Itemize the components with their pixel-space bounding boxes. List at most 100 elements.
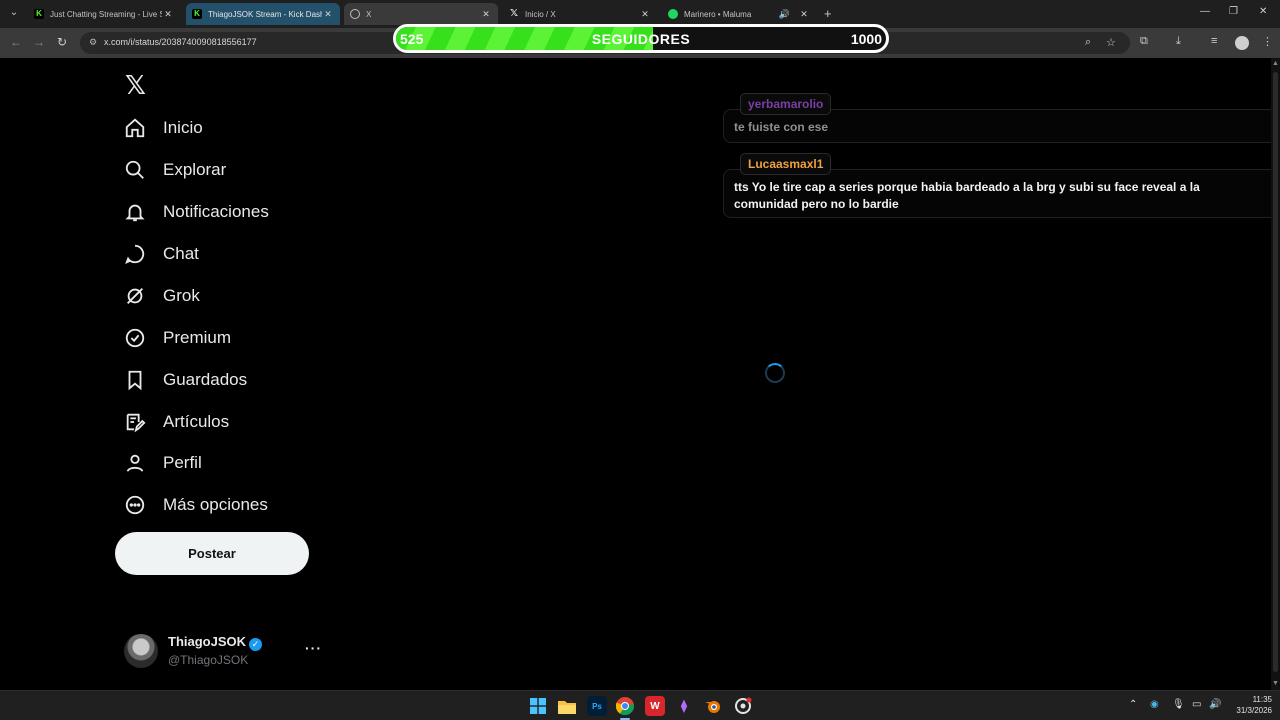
sidebar-item-grok[interactable]: Grok: [124, 281, 200, 311]
wps-office-icon[interactable]: W: [645, 696, 665, 716]
tab-just-chatting[interactable]: K Just Chatting Streaming - Live S ✕: [28, 3, 180, 25]
tab-kick-dashboard[interactable]: K ThiagoJSOK Stream - Kick Dash ✕: [186, 3, 340, 25]
chrome-icon[interactable]: [615, 696, 635, 716]
display-icon[interactable]: ▭: [1192, 699, 1201, 710]
chat-message-text: te fuiste con ese: [734, 120, 829, 134]
sidebar-item-label: Premium: [163, 328, 232, 347]
verified-badge-icon: [124, 327, 146, 349]
maximize-icon[interactable]: ❐: [1229, 6, 1238, 17]
site-info-icon[interactable]: ⚙: [89, 37, 97, 48]
bell-icon: [124, 201, 146, 223]
network-shield-icon[interactable]: ◉: [1150, 699, 1159, 710]
media-control-icon[interactable]: ≡: [1211, 35, 1217, 47]
more-dots-icon[interactable]: ···: [305, 640, 322, 656]
minimize-icon[interactable]: —: [1200, 6, 1210, 17]
sidebar-item-label: Explorar: [163, 160, 227, 179]
sidebar-item-label: Más opciones: [163, 495, 268, 514]
chat-message-text: tts Yo le tire cap a series porque habia…: [734, 180, 1200, 211]
download-icon[interactable]: ⤓: [1176, 35, 1181, 48]
scrollbar-thumb[interactable]: [1273, 72, 1278, 672]
tab-close-icon[interactable]: ✕: [639, 9, 651, 20]
windows-taskbar: Ps W ⧫ ⌃ ◉ 🎙 ▭ 🔊 11:35 31/3/2026: [0, 690, 1280, 720]
tab-close-icon[interactable]: ✕: [480, 9, 492, 20]
forward-arrow-icon[interactable]: →: [33, 35, 45, 49]
page-scrollbar[interactable]: ▲ ▼: [1271, 58, 1280, 690]
photoshop-icon[interactable]: Ps: [587, 696, 607, 716]
tab-x-active[interactable]: X ✕: [344, 3, 498, 25]
chat-username: Lucaasmaxl1: [740, 153, 832, 175]
clock-date: 31/3/2026: [1236, 706, 1272, 715]
sidebar-item-label: Inicio: [163, 118, 203, 137]
account-switcher[interactable]: ThiagoJSOK ✓ @ThiagoJSOK ···: [124, 632, 324, 670]
tab-close-icon[interactable]: ✕: [322, 9, 334, 20]
sidebar-item-perfil[interactable]: Perfil: [124, 448, 202, 478]
reload-icon[interactable]: ↻: [57, 35, 67, 49]
sidebar-item-notificaciones[interactable]: Notificaciones: [124, 197, 269, 227]
new-tab-icon[interactable]: +: [824, 6, 832, 21]
sidebar-item-label: Grok: [163, 286, 200, 305]
goal-max: 1000: [850, 31, 882, 47]
bookmark-star-icon[interactable]: ☆: [1106, 36, 1116, 49]
tab-inicio-x[interactable]: 𝕏 Inicio / X ✕: [503, 3, 657, 25]
tray-overflow-chevron-icon[interactable]: ⌃: [1129, 699, 1137, 710]
scroll-down-icon[interactable]: ▼: [1272, 680, 1279, 687]
zoom-icon[interactable]: ⌕: [1085, 36, 1091, 49]
url-text[interactable]: x.com/i/status/2038740090818556177: [104, 37, 257, 47]
sidebar-item-premium[interactable]: Premium: [124, 323, 231, 353]
profile-handle: @ThiagoJSOK: [168, 653, 249, 667]
tab-search-chevron-icon[interactable]: ⌄: [6, 5, 22, 21]
tab-spotify[interactable]: Marinero • Maluma 🔊 ✕: [662, 3, 816, 25]
tab-title: ThiagoJSOK Stream - Kick Dash: [208, 9, 322, 19]
home-icon: [124, 117, 146, 139]
person-icon: [124, 452, 146, 474]
scroll-up-icon[interactable]: ▲: [1272, 60, 1279, 67]
chat-message: Lucaasmaxl1 tts Yo le tire cap a series …: [723, 153, 1280, 218]
sidebar-item-mas-opciones[interactable]: Más opciones: [124, 490, 268, 520]
game-launcher-icon[interactable]: ⧫: [674, 696, 694, 716]
chat-message: yerbamarolio te fuiste con ese: [723, 93, 1280, 143]
sidebar-item-guardados[interactable]: Guardados: [124, 365, 247, 395]
sidebar-item-label: Chat: [163, 244, 199, 263]
bookmark-icon: [124, 369, 146, 391]
kick-icon: K: [192, 9, 202, 19]
volume-icon[interactable]: 🔊: [1209, 699, 1221, 710]
window-close-icon[interactable]: ✕: [1259, 6, 1267, 17]
sidebar-item-inicio[interactable]: Inicio: [124, 113, 203, 143]
sidebar-item-articulos[interactable]: Artículos: [124, 407, 229, 437]
sidebar-item-label: Perfil: [163, 453, 202, 472]
sidebar-item-label: Artículos: [163, 412, 230, 431]
microphone-icon[interactable]: 🎙: [1172, 699, 1185, 710]
x-icon: 𝕏: [509, 8, 519, 19]
back-arrow-icon[interactable]: ←: [10, 35, 22, 49]
windows-start-icon[interactable]: [528, 696, 548, 716]
tab-title: Marinero • Maluma: [684, 9, 752, 19]
extensions-icon[interactable]: ⧉: [1140, 35, 1148, 48]
profile-name: ThiagoJSOK: [168, 634, 247, 649]
followers-goal-bar: SEGUIDORES 525 1000: [393, 24, 889, 53]
spotify-icon: [668, 9, 678, 19]
x-logo-icon[interactable]: 𝕏: [125, 70, 146, 101]
globe-icon: [350, 9, 360, 19]
chat-username: yerbamarolio: [740, 93, 832, 115]
tab-title: Inicio / X: [525, 9, 556, 19]
sidebar-item-label: Notificaciones: [163, 202, 269, 221]
file-explorer-icon[interactable]: [557, 696, 577, 716]
clock[interactable]: 11:35 31/3/2026: [1224, 694, 1272, 716]
sidebar-item-explorar[interactable]: Explorar: [124, 155, 226, 185]
tab-title: Just Chatting Streaming - Live S: [50, 9, 162, 19]
tab-close-icon[interactable]: ✕: [798, 9, 810, 20]
blender-icon[interactable]: [703, 696, 723, 716]
more-circle-icon: [124, 494, 146, 516]
profile-name-row: ThiagoJSOK ✓: [168, 634, 263, 651]
post-button[interactable]: Postear: [115, 532, 309, 575]
goal-label: SEGUIDORES: [591, 31, 691, 47]
tab-title: X: [366, 9, 372, 19]
obs-icon[interactable]: [733, 696, 753, 716]
sidebar-item-chat[interactable]: Chat: [124, 239, 199, 269]
article-icon: [124, 411, 146, 433]
tab-close-icon[interactable]: ✕: [162, 9, 174, 20]
goal-current: 525: [400, 31, 424, 47]
browser-menu-icon[interactable]: ⋮: [1262, 35, 1273, 48]
audio-playing-icon[interactable]: 🔊: [779, 9, 790, 20]
profile-avatar-icon[interactable]: [1235, 36, 1249, 53]
